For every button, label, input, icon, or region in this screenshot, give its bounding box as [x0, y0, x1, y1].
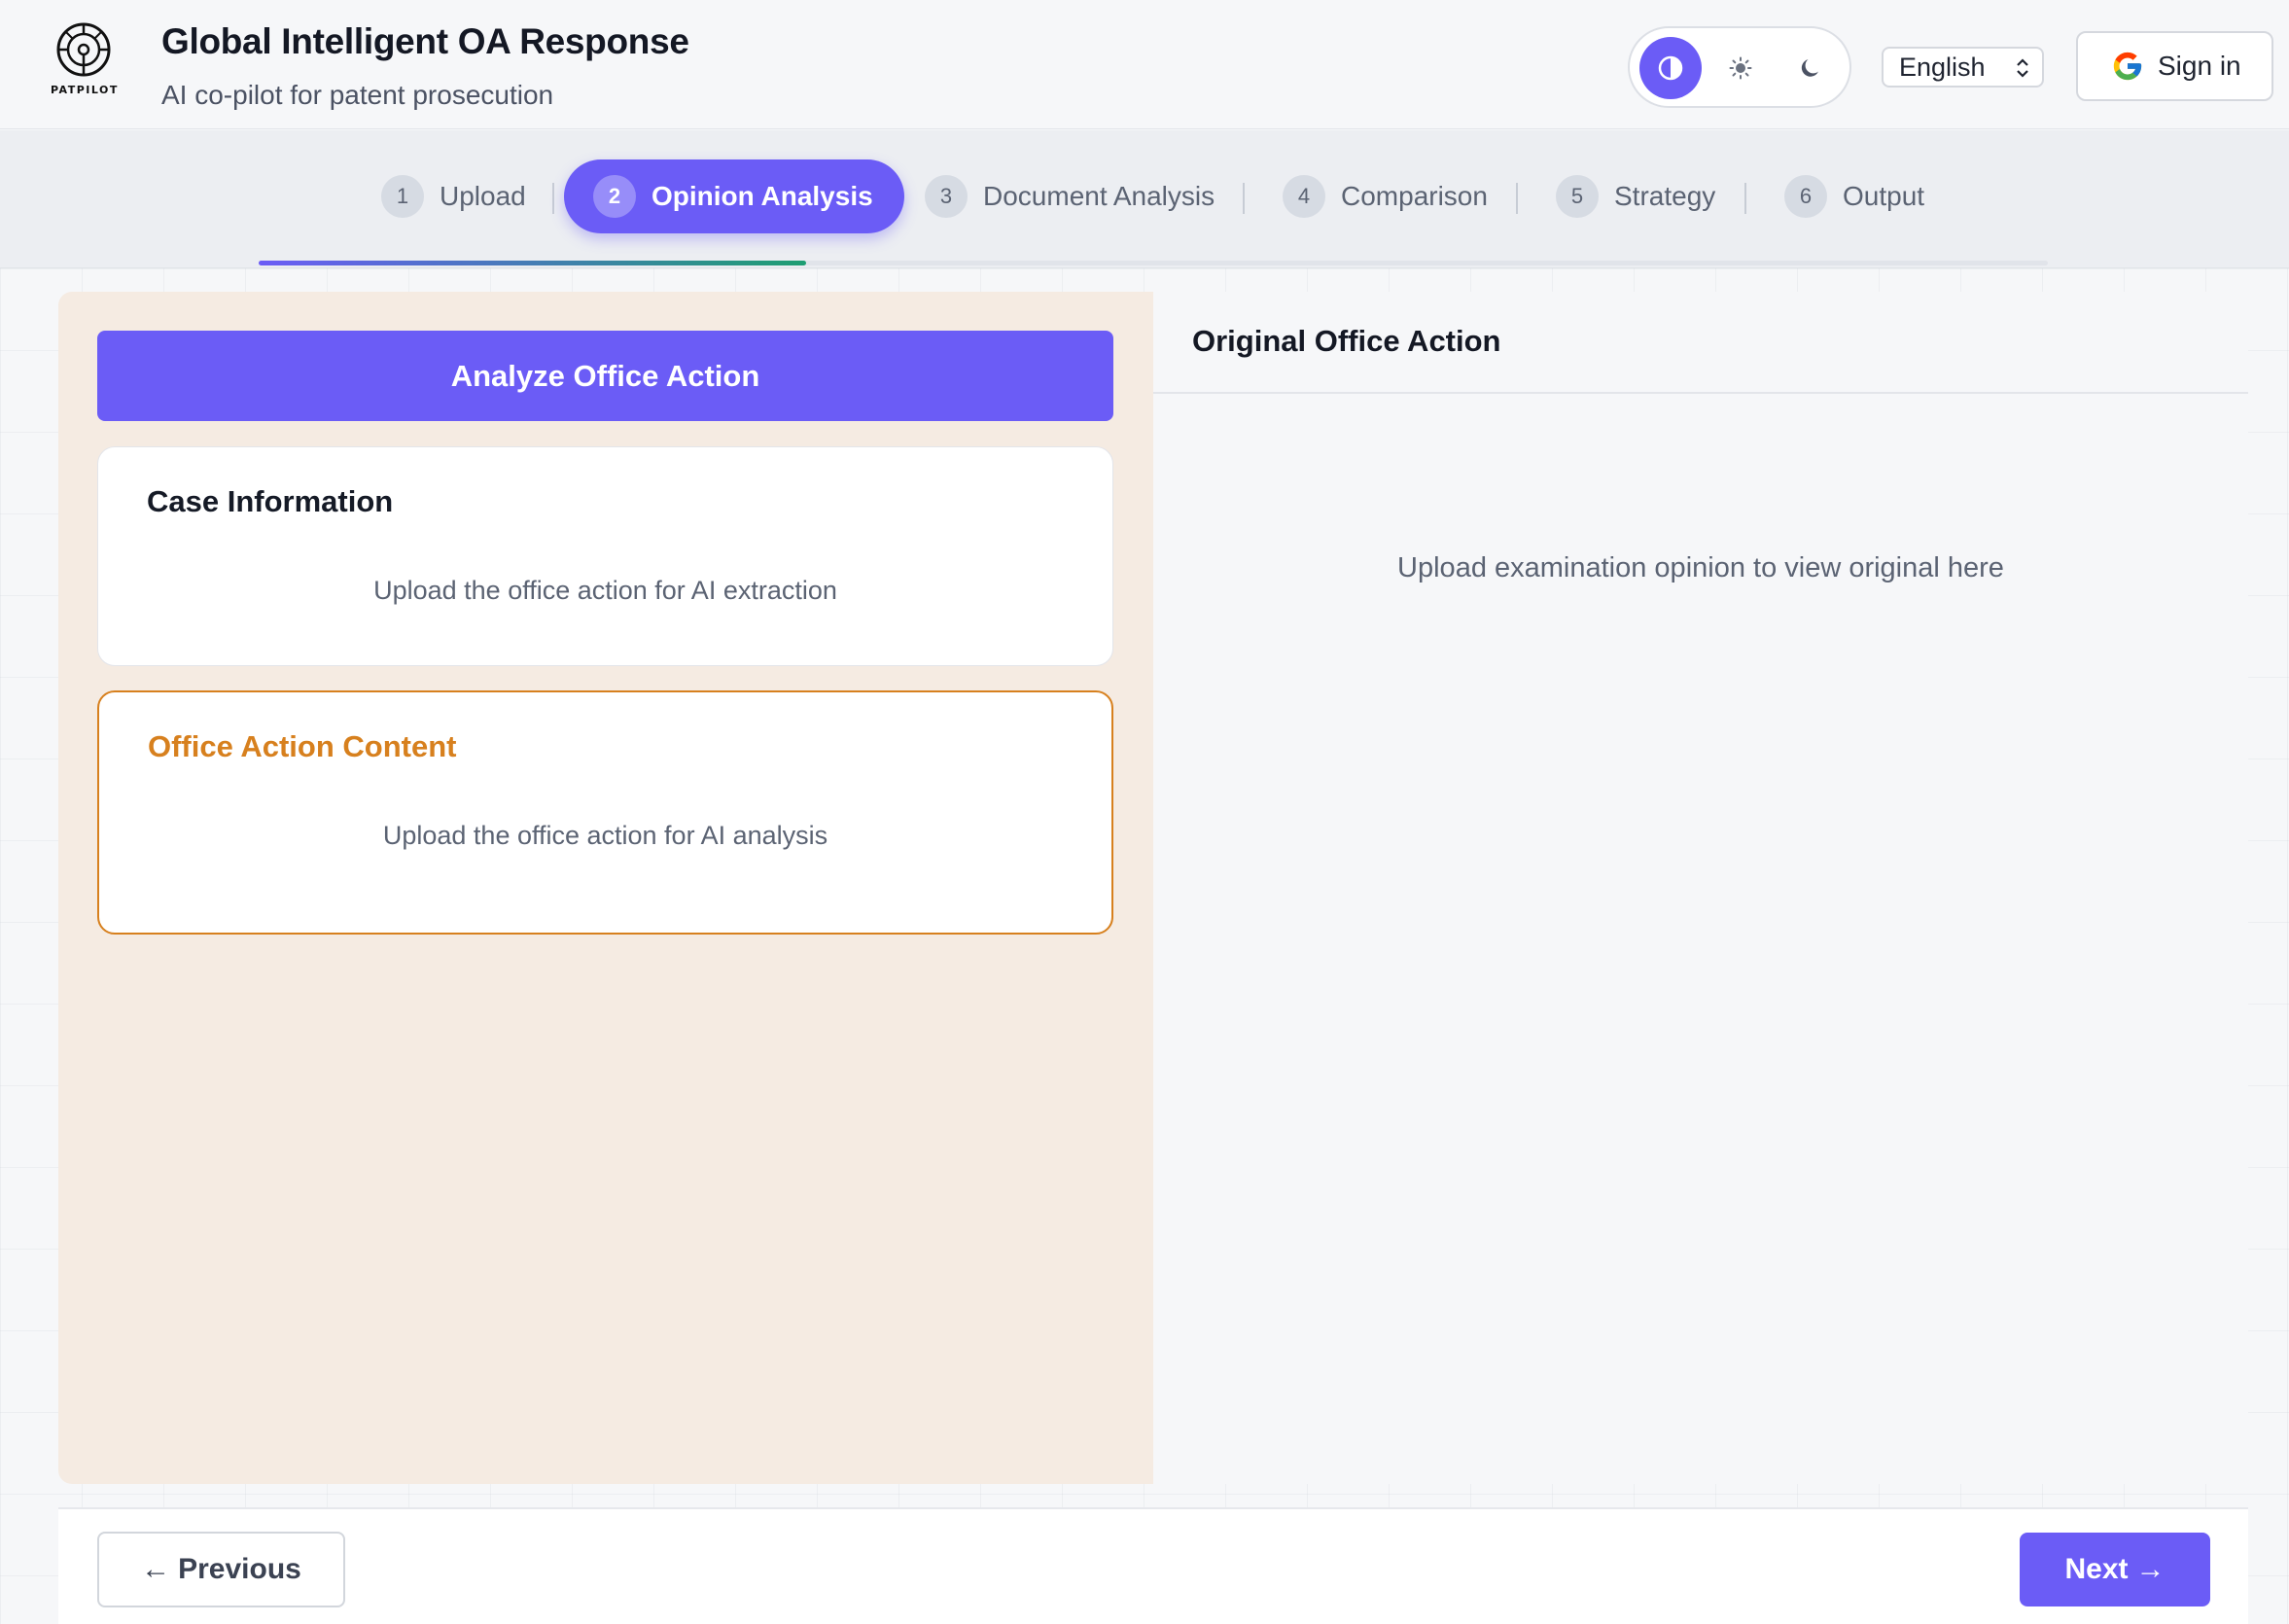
app-subtitle: AI co-pilot for patent prosecution: [161, 80, 554, 110]
step-number: 4: [1283, 175, 1325, 218]
contrast-icon: [1658, 55, 1683, 81]
step-number: 1: [381, 175, 424, 218]
step-divider: [1744, 183, 1746, 214]
app-header: PATPILOT Global Intelligent OA Response …: [0, 0, 2289, 129]
case-information-card: Case Information Upload the office actio…: [97, 446, 1113, 666]
step-divider: [1516, 183, 1518, 214]
office-action-content-card: Office Action Content Upload the office …: [97, 690, 1113, 935]
footer-nav: ← Previous Next →: [58, 1507, 2248, 1624]
step-comparison[interactable]: 4 Comparison: [1283, 159, 1488, 233]
step-number: 2: [593, 175, 636, 218]
case-information-title: Case Information: [147, 484, 394, 518]
step-progress-bar: [259, 261, 2048, 265]
arrow-right-icon: →: [2135, 1553, 2166, 1585]
step-number: 5: [1556, 175, 1599, 218]
step-label: Opinion Analysis: [651, 181, 873, 211]
google-icon: [2113, 52, 2142, 81]
step-number: 3: [925, 175, 968, 218]
analysis-panel: Analyze Office Action Case Information U…: [58, 292, 1153, 1484]
theme-dark-button[interactable]: [1779, 37, 1842, 99]
steering-wheel-icon: [56, 22, 111, 77]
language-value: English: [1899, 53, 1986, 82]
sun-icon: [1729, 56, 1752, 80]
original-office-action-title: Original Office Action: [1192, 324, 1501, 358]
original-office-action-placeholder: Upload examination opinion to view origi…: [1397, 552, 2004, 583]
previous-label: Previous: [178, 1553, 301, 1585]
step-label: Output: [1843, 181, 1925, 211]
logo: PATPILOT: [51, 21, 117, 103]
step-divider: [552, 183, 554, 214]
language-select[interactable]: English: [1882, 47, 2044, 88]
sign-in-button[interactable]: Sign in: [2076, 31, 2273, 101]
moon-icon: [1801, 59, 1818, 77]
step-label: Upload: [440, 181, 526, 211]
analyze-office-action-button[interactable]: Analyze Office Action: [97, 331, 1113, 421]
sign-in-label: Sign in: [2158, 51, 2241, 81]
original-office-action-panel: Original Office Action Upload examinatio…: [1153, 292, 2248, 1484]
step-upload[interactable]: 1 Upload: [381, 159, 526, 233]
step-progress-fill: [259, 261, 807, 265]
app-title: Global Intelligent OA Response: [161, 21, 689, 61]
step-label: Comparison: [1341, 181, 1488, 211]
step-opinion-analysis[interactable]: 2 Opinion Analysis: [564, 159, 904, 233]
step-label: Strategy: [1614, 181, 1716, 211]
step-divider: [1243, 183, 1245, 214]
step-number: 6: [1784, 175, 1827, 218]
previous-button[interactable]: ← Previous: [97, 1532, 345, 1607]
next-label: Next: [2064, 1553, 2129, 1585]
theme-light-button[interactable]: [1709, 37, 1772, 99]
arrow-left-icon: ←: [141, 1553, 171, 1585]
chevron-updown-icon: [2017, 58, 2028, 78]
stepper: 1 Upload 2 Opinion Analysis 3 Document A…: [0, 130, 2289, 268]
original-office-action-header: Original Office Action: [1153, 292, 2248, 394]
step-output[interactable]: 6 Output: [1784, 159, 1924, 233]
case-information-message: Upload the office action for AI extracti…: [373, 576, 837, 605]
logo-text: PATPILOT: [51, 84, 119, 96]
step-label: Document Analysis: [983, 181, 1215, 211]
next-button[interactable]: Next →: [2020, 1533, 2210, 1606]
step-document-analysis[interactable]: 3 Document Analysis: [925, 159, 1215, 233]
step-strategy[interactable]: 5 Strategy: [1556, 159, 1715, 233]
office-action-content-message: Upload the office action for AI analysis: [382, 821, 828, 850]
theme-system-button[interactable]: [1639, 37, 1702, 99]
office-action-content-title: Office Action Content: [148, 729, 457, 763]
theme-toggle: [1628, 26, 1851, 108]
